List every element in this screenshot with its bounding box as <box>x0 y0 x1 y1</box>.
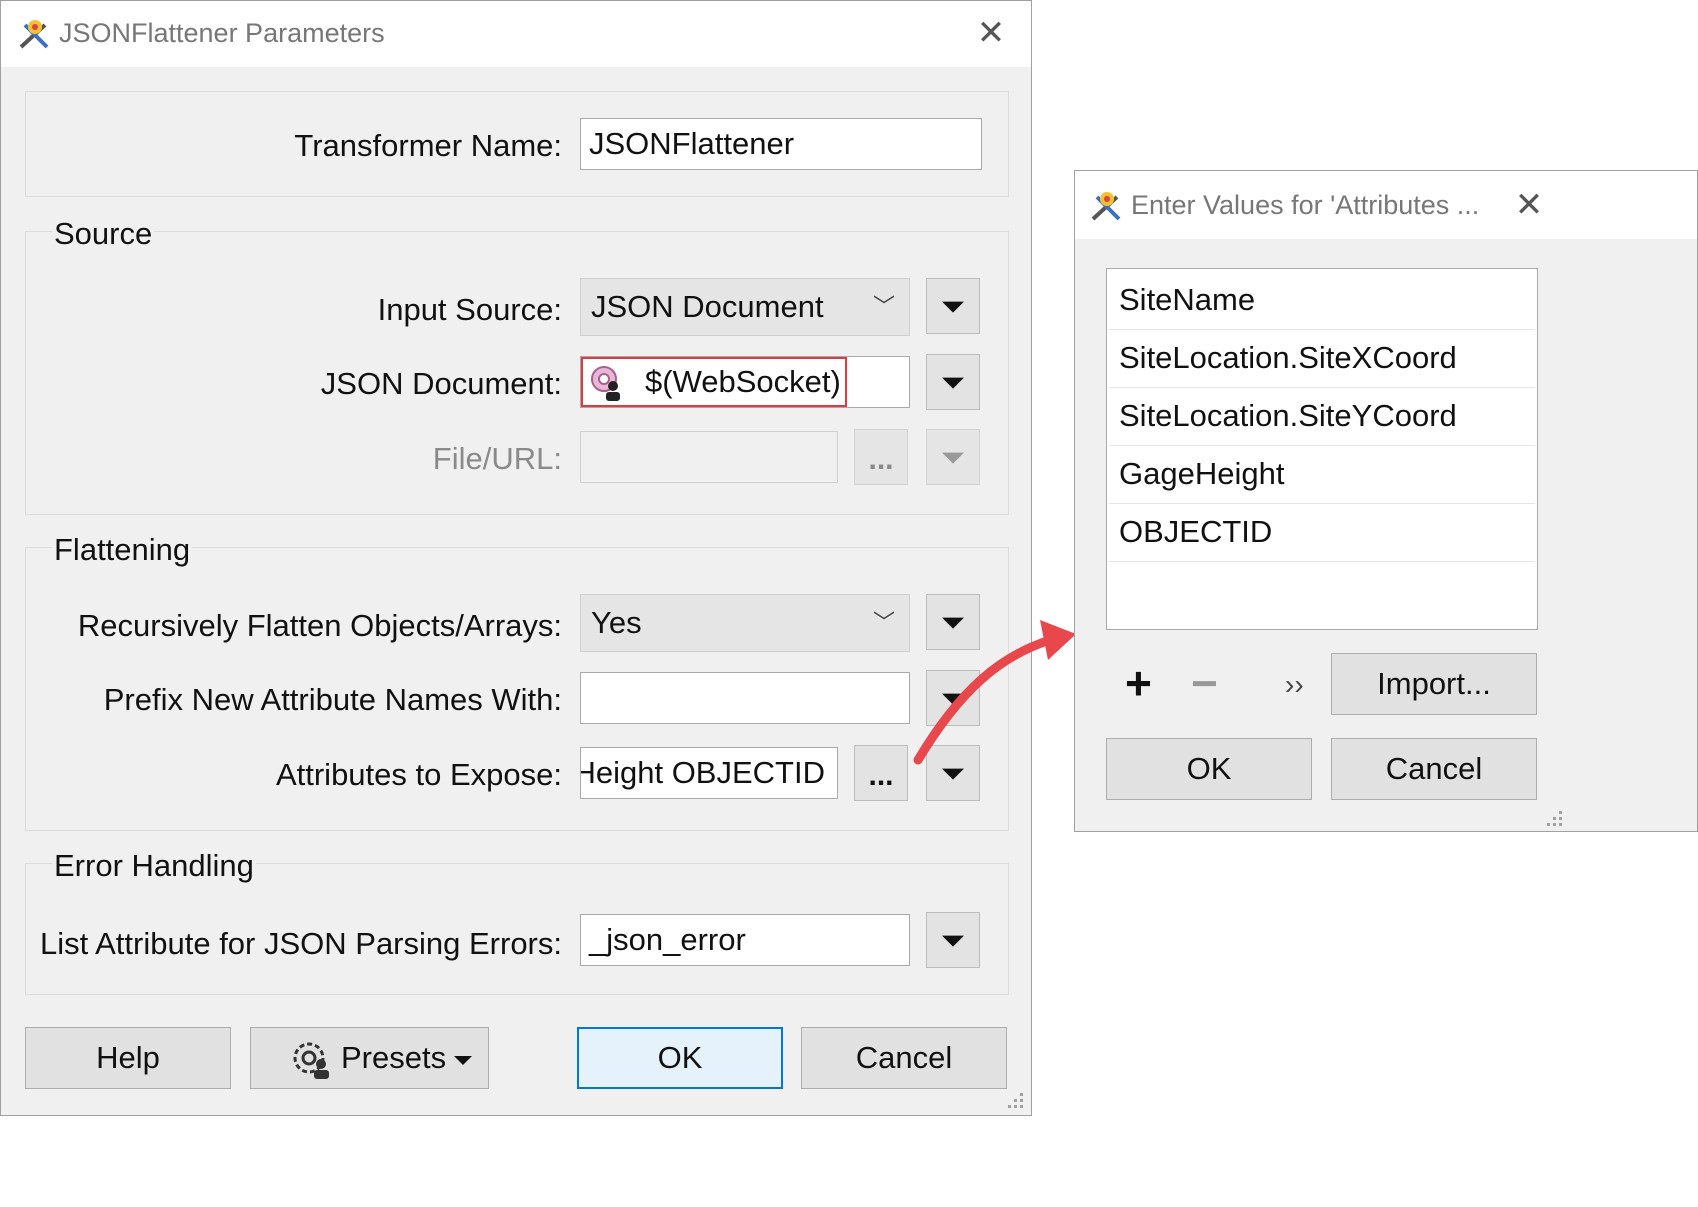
recursive-flatten-menu-button[interactable] <box>926 594 980 650</box>
dialog-title: JSONFlattener Parameters <box>59 18 385 48</box>
error-handling-heading: Error Handling <box>52 848 256 884</box>
flattening-group: Flattening Recursively Flatten Objects/A… <box>25 532 1009 831</box>
triangle-down-icon <box>942 693 964 705</box>
list-item[interactable]: GageHeight <box>1109 445 1535 504</box>
ok-button[interactable]: OK <box>1106 738 1312 800</box>
import-button[interactable]: Import... <box>1331 653 1537 715</box>
input-source-menu-button[interactable] <box>926 278 980 334</box>
file-url-field[interactable] <box>580 431 838 483</box>
triangle-down-icon <box>942 768 964 780</box>
source-group: Source Input Source: JSON Document ﹀ JSO… <box>25 216 1009 515</box>
user-parameter-icon <box>587 362 627 407</box>
presets-label: Presets <box>341 1040 447 1075</box>
triangle-down-icon <box>942 452 964 464</box>
attributes-to-expose-value: eHeight OBJECTID <box>580 755 825 790</box>
help-button[interactable]: Help <box>25 1027 231 1089</box>
list-item[interactable] <box>1109 561 1535 619</box>
enter-values-dialog: Enter Values for 'Attributes ... ✕ SiteN… <box>1074 170 1698 832</box>
presets-gear-icon <box>289 1038 335 1100</box>
json-document-value: $(WebSocket) <box>645 364 841 399</box>
list-item[interactable]: SiteName <box>1109 271 1535 330</box>
source-heading: Source <box>52 216 155 252</box>
transformer-name-field[interactable]: JSONFlattener <box>580 118 982 170</box>
list-item[interactable]: SiteLocation.SiteXCoord <box>1109 329 1535 388</box>
prefix-menu-button[interactable] <box>926 670 980 726</box>
attributes-to-expose-browse-button[interactable]: ... <box>854 745 908 801</box>
jsonflattener-parameters-dialog: JSONFlattener Parameters ✕ Transformer N… <box>0 0 1032 1116</box>
json-error-list-menu-button[interactable] <box>926 912 980 968</box>
title-bar[interactable]: Enter Values for 'Attributes ... ✕ <box>1075 171 1697 239</box>
remove-row-icon[interactable]: − <box>1191 655 1218 711</box>
input-source-value: JSON Document <box>591 289 824 324</box>
cancel-button[interactable]: Cancel <box>801 1027 1007 1089</box>
resize-grip-icon[interactable] <box>1545 809 1565 829</box>
flattening-heading: Flattening <box>52 532 193 568</box>
json-document-label: JSON Document: <box>320 366 562 401</box>
more-options-icon[interactable]: ›› <box>1285 665 1304 705</box>
title-bar[interactable]: JSONFlattener Parameters ✕ <box>1 1 1031 67</box>
close-icon[interactable]: ✕ <box>1507 183 1551 227</box>
json-error-list-field[interactable]: _json_error <box>580 914 910 966</box>
file-url-menu-button[interactable] <box>926 429 980 485</box>
presets-button[interactable]: Presets <box>250 1027 489 1089</box>
file-url-label: File/URL: <box>432 441 562 476</box>
prefix-field[interactable] <box>580 672 910 724</box>
input-source-label: Input Source: <box>377 292 562 327</box>
prefix-label: Prefix New Attribute Names With: <box>103 682 562 717</box>
input-source-select[interactable]: JSON Document ﹀ <box>580 278 910 336</box>
add-row-icon[interactable]: + <box>1125 655 1152 711</box>
file-url-browse-button[interactable]: ... <box>854 429 908 485</box>
fme-workbench-icon <box>1089 189 1125 230</box>
transformer-name-group: Transformer Name: JSONFlattener <box>25 91 1009 197</box>
attribute-values-list[interactable]: SiteName SiteLocation.SiteXCoord SiteLoc… <box>1106 268 1538 630</box>
list-item[interactable]: SiteLocation.SiteYCoord <box>1109 387 1535 446</box>
dialog-title: Enter Values for 'Attributes ... <box>1131 190 1480 220</box>
fme-workbench-icon <box>17 17 53 58</box>
chevron-down-icon: ﹀ <box>872 294 895 319</box>
transformer-name-label: Transformer Name: <box>294 128 562 163</box>
error-handling-group: Error Handling List Attribute for JSON P… <box>25 848 1009 995</box>
recursive-flatten-label: Recursively Flatten Objects/Arrays: <box>77 608 562 643</box>
ok-button[interactable]: OK <box>577 1027 783 1089</box>
triangle-down-icon <box>942 617 964 629</box>
triangle-down-icon <box>942 935 964 947</box>
list-item[interactable]: OBJECTID <box>1109 503 1535 562</box>
triangle-down-icon <box>942 377 964 389</box>
attributes-to-expose-menu-button[interactable] <box>926 745 980 801</box>
triangle-down-icon <box>942 301 964 313</box>
resize-grip-icon[interactable] <box>1006 1091 1026 1111</box>
cancel-button[interactable]: Cancel <box>1331 738 1537 800</box>
chevron-down-icon: ﹀ <box>872 610 895 635</box>
attributes-to-expose-field[interactable]: eHeight OBJECTID <box>580 747 838 799</box>
close-icon[interactable]: ✕ <box>969 11 1013 55</box>
attributes-to-expose-label: Attributes to Expose: <box>275 757 562 792</box>
json-error-list-label: List Attribute for JSON Parsing Errors: <box>39 926 562 961</box>
recursive-flatten-select[interactable]: Yes ﹀ <box>580 594 910 652</box>
recursive-flatten-value: Yes <box>591 605 642 640</box>
json-document-menu-button[interactable] <box>926 354 980 410</box>
json-document-field[interactable]: $(WebSocket) <box>580 356 910 408</box>
triangle-down-icon <box>454 1056 472 1065</box>
